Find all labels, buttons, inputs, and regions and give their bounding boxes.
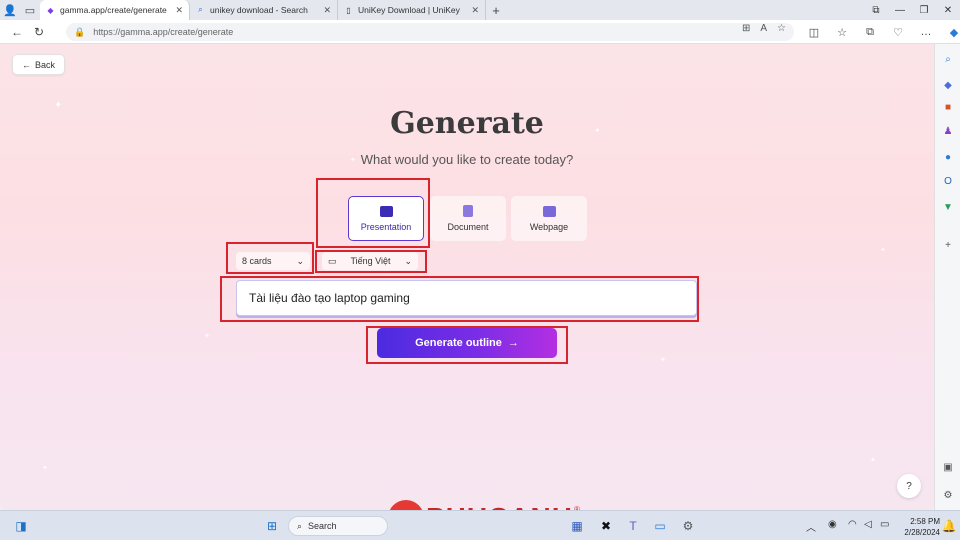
settings-icon[interactable]: ⚙ (679, 517, 697, 535)
favorites-icon[interactable]: ☆ (828, 26, 856, 39)
search-icon: ⌕ (297, 520, 303, 531)
browser-essentials-icon[interactable]: ♡ (884, 26, 912, 39)
tools-icon[interactable]: ■ (941, 100, 955, 114)
page-subtitle: What would you like to create today? (360, 152, 574, 167)
tab-close-icon[interactable]: ✕ (323, 5, 331, 16)
page-icon: ▯ (346, 5, 351, 15)
add-icon[interactable]: + (941, 238, 955, 252)
webpage-icon (542, 205, 556, 217)
highlight-box (316, 178, 430, 248)
drop-icon[interactable]: ▼ (941, 200, 955, 214)
tab-actions-icon[interactable]: ▭ (20, 0, 40, 20)
sparkle-icon: ✦ (870, 457, 876, 464)
tab-close-icon[interactable]: ✕ (471, 5, 479, 16)
maximize-icon[interactable]: ❐ (912, 0, 936, 20)
games-icon[interactable]: ♟ (941, 124, 955, 138)
taskbar-search[interactable]: ⌕ Search (288, 516, 388, 536)
gamma-generate-page: ← Back ✦ ✦ ✦ ✦ ✦ ✦ ✦ ✦ Generate What wou… (0, 44, 934, 510)
logo-wordmark: PHUCANH (426, 502, 573, 510)
split-screen-icon[interactable]: ◫ (800, 26, 828, 39)
type-label: Document (447, 222, 489, 232)
app-icon[interactable]: ▦ (568, 517, 586, 535)
sparkle-icon: ✦ (660, 357, 666, 364)
highlight-box (366, 326, 568, 364)
back-button[interactable]: ← Back (12, 54, 65, 75)
microsoft-365-icon[interactable]: ● (941, 150, 955, 164)
profile-icon[interactable]: 👤 (0, 0, 20, 20)
windows-start-icon[interactable]: ⊞ (263, 517, 281, 535)
widgets-icon[interactable]: ◨ (12, 517, 30, 535)
sparkle-icon: ✦ (42, 465, 48, 472)
collections-icon[interactable]: ⧉ (864, 0, 888, 20)
taskbar-search-label: Search (308, 521, 337, 531)
type-label: Webpage (529, 221, 569, 232)
refresh-icon[interactable]: ↻ (28, 21, 50, 43)
new-tab-button[interactable]: + (486, 3, 506, 18)
read-aloud-icon[interactable]: A (760, 23, 767, 34)
url-text: https://gamma.app/create/generate (93, 27, 234, 37)
browser-toolbar: ◫ ☆ ⧉ ♡ … ◆ (800, 20, 960, 44)
remote-desktop-icon[interactable]: ▭ (651, 517, 669, 535)
tab-close-icon[interactable]: ✕ (175, 5, 183, 16)
gamma-icon: ◆ (47, 5, 54, 15)
address-actions: ⊞ A ☆ (742, 23, 786, 34)
sparkle-icon: ✦ (204, 333, 210, 340)
minimize-icon[interactable]: — (888, 0, 912, 20)
back-label: Back (34, 59, 55, 70)
tab-unikey-download[interactable]: ▯ UniKey Download | UniKey ✕ (338, 0, 486, 20)
browser-side-panel: ⌕ ◆ ■ ♟ ● O ▼ + ▣ ⚙ (934, 44, 960, 510)
more-menu-icon[interactable]: … (912, 26, 940, 38)
tab-title: UniKey Download | UniKey (358, 5, 460, 15)
logo-mark: P (388, 500, 424, 510)
address-bar[interactable]: 🔒 https://gamma.app/create/generate ⊞ A … (66, 23, 794, 41)
back-arrow-icon[interactable]: ← (6, 21, 28, 43)
phucanh-watermark-logo: P PHUCANH ® (388, 500, 580, 510)
help-button[interactable]: ? (897, 474, 921, 498)
battery-icon[interactable]: ▭ (880, 519, 889, 530)
lock-icon: 🔒 (74, 26, 86, 37)
highlight-box (226, 242, 314, 274)
tab-title: unikey download - Search (210, 5, 308, 15)
browser-navbar: ← ↻ 🔒 https://gamma.app/create/generate … (0, 20, 960, 44)
window-controls: ⧉ — ❐ ✕ (864, 0, 960, 20)
page-title: Generate (390, 106, 544, 141)
screenshot-icon[interactable]: ▣ (941, 460, 955, 474)
collections-toolbar-icon[interactable]: ⧉ (856, 26, 884, 39)
speaker-icon[interactable]: ◁ (864, 519, 872, 530)
document-icon (463, 205, 473, 217)
clock-date: 2/28/2024 (904, 528, 940, 537)
browser-tab-strip: 👤 ▭ ◆ gamma.app/create/generate ✕ ⌕ unik… (0, 0, 960, 20)
xbox-icon[interactable]: ✖ (597, 517, 615, 535)
clock-time: 2:58 PM (910, 517, 940, 526)
favorite-star-icon[interactable]: ☆ (777, 23, 786, 34)
copilot-icon[interactable]: ◆ (940, 26, 960, 39)
tab-unikey-search[interactable]: ⌕ unikey download - Search ✕ (190, 0, 338, 20)
sparkle-icon: ✦ (880, 247, 886, 254)
notification-bell-icon[interactable]: 🔔 (940, 517, 958, 535)
highlight-box (315, 250, 427, 273)
tray-chevron-icon[interactable]: ︿ (806, 519, 816, 534)
arrow-left-icon: ← (21, 59, 31, 70)
settings-gear-icon[interactable]: ⚙ (941, 488, 955, 502)
close-window-icon[interactable]: ✕ (936, 0, 960, 20)
wifi-icon[interactable]: ◠ (848, 519, 857, 530)
type-webpage-card[interactable]: Webpage (511, 196, 587, 241)
tab-title: gamma.app/create/generate (60, 5, 167, 15)
windows-taskbar: ◨ ⊞ ⌕ Search ▦ ✖ T ▭ ⚙ ︿ ◉ ◠ ◁ ▭ 2:58 PM… (0, 510, 960, 540)
shopping-tag-icon[interactable]: ◆ (941, 78, 955, 92)
search-icon[interactable]: ⌕ (941, 52, 955, 66)
search-icon: ⌕ (198, 5, 203, 14)
teams-icon[interactable]: T (624, 517, 642, 535)
app-available-icon[interactable]: ⊞ (742, 23, 750, 34)
highlight-box (220, 276, 699, 322)
system-clock[interactable]: 2:58 PM 2/28/2024 (898, 516, 940, 538)
outlook-icon[interactable]: O (941, 174, 955, 188)
type-document-card[interactable]: Document (430, 196, 506, 241)
tab-gamma[interactable]: ◆ gamma.app/create/generate ✕ (40, 0, 190, 20)
eye-icon[interactable]: ◉ (828, 519, 837, 530)
